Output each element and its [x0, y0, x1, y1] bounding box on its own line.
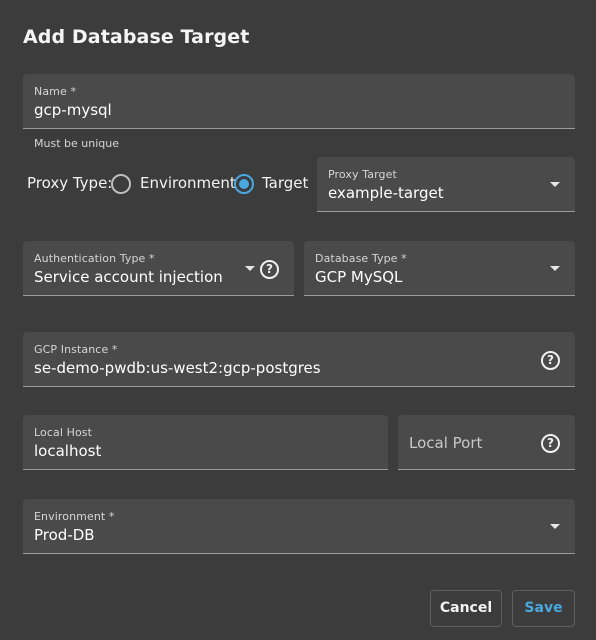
name-label: Name * — [34, 85, 77, 98]
help-circle-icon[interactable]: ? — [260, 260, 279, 279]
proxy-target-select[interactable]: Proxy Target example-target — [317, 157, 575, 212]
chevron-down-icon[interactable] — [550, 524, 560, 529]
proxy-type-label: Proxy Type: — [27, 174, 113, 192]
chevron-down-icon[interactable] — [550, 182, 560, 187]
radio-target[interactable] — [234, 174, 254, 194]
radio-target-label[interactable]: Target — [262, 174, 308, 192]
database-type-value: GCP MySQL — [315, 268, 403, 286]
database-type-label: Database Type * — [315, 252, 407, 265]
help-circle-icon[interactable]: ? — [541, 351, 560, 370]
chevron-down-icon[interactable] — [245, 266, 255, 271]
environment-label: Environment * — [34, 510, 115, 523]
help-circle-icon[interactable]: ? — [541, 434, 560, 453]
chevron-down-icon[interactable] — [550, 266, 560, 271]
add-database-target-dialog: Add Database Target Name * gcp-mysql Mus… — [0, 0, 596, 640]
database-type-select[interactable]: Database Type * GCP MySQL — [304, 241, 575, 296]
local-host-field[interactable]: Local Host localhost — [23, 415, 388, 470]
save-button[interactable]: Save — [512, 590, 575, 627]
local-port-placeholder: Local Port — [409, 434, 483, 452]
auth-type-select[interactable]: Authentication Type * Service account in… — [23, 241, 294, 296]
cancel-button[interactable]: Cancel — [430, 590, 502, 627]
name-field[interactable]: Name * gcp-mysql — [23, 74, 575, 129]
proxy-target-value: example-target — [328, 184, 444, 202]
gcp-instance-label: GCP Instance * — [34, 343, 118, 356]
auth-type-label: Authentication Type * — [34, 252, 155, 265]
name-value: gcp-mysql — [34, 101, 112, 119]
name-hint: Must be unique — [34, 137, 119, 150]
dialog-title: Add Database Target — [23, 26, 250, 48]
environment-select[interactable]: Environment * Prod-DB — [23, 499, 575, 554]
local-host-label: Local Host — [34, 426, 93, 439]
gcp-instance-field[interactable]: GCP Instance * se-demo-pwdb:us-west2:gcp… — [23, 332, 575, 387]
local-host-value: localhost — [34, 442, 102, 460]
radio-environment-label[interactable]: Environment — [140, 174, 236, 192]
radio-environment[interactable] — [111, 174, 131, 194]
local-port-field[interactable]: Local Port ? — [398, 415, 575, 470]
proxy-target-label: Proxy Target — [328, 168, 397, 181]
auth-type-value: Service account injection — [34, 268, 223, 286]
gcp-instance-value: se-demo-pwdb:us-west2:gcp-postgres — [34, 359, 321, 377]
environment-value: Prod-DB — [34, 526, 95, 544]
